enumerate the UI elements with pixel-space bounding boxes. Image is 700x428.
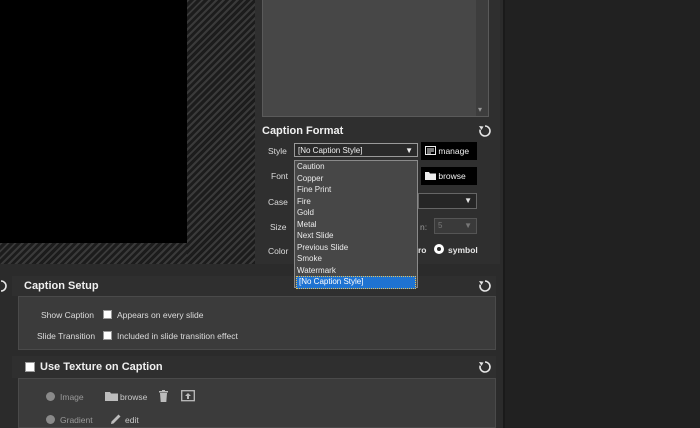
style-option[interactable]: Fire: [295, 196, 417, 208]
slide-transition-label: Slide Transition: [37, 331, 96, 341]
size-value-label: n:: [420, 222, 428, 232]
manage-icon: [425, 146, 436, 155]
symbol-radio-dot: [437, 247, 441, 251]
style-label: Style: [268, 146, 287, 156]
style-select[interactable]: [No Caption Style] ▼: [294, 143, 418, 157]
pencil-icon: [111, 414, 121, 424]
style-dropdown-list[interactable]: Caution Copper Fine Print Fire Gold Meta…: [294, 160, 418, 289]
image-radio[interactable]: [46, 392, 55, 401]
manage-button[interactable]: manage: [421, 142, 477, 160]
show-caption-checkbox[interactable]: [103, 310, 112, 319]
chevron-down-icon: ▼: [405, 146, 413, 155]
caption-format-title: Caption Format: [262, 125, 344, 137]
slide-preview: [0, 0, 187, 243]
reset-icon[interactable]: [0, 279, 10, 293]
export-icon[interactable]: [181, 390, 195, 402]
style-option[interactable]: Copper: [295, 173, 417, 185]
gradient-label: Gradient: [60, 415, 93, 425]
style-option[interactable]: Gold: [295, 207, 417, 219]
right-pane: [505, 0, 700, 428]
use-texture-checkbox[interactable]: [25, 362, 35, 372]
partial-option-label: ro: [418, 245, 427, 255]
gradient-edit-label[interactable]: edit: [125, 415, 139, 425]
symbol-option[interactable]: symbol: [434, 244, 478, 256]
style-option[interactable]: Caution: [295, 161, 417, 173]
reset-icon[interactable]: [478, 124, 492, 138]
folder-icon: [105, 392, 118, 401]
style-option[interactable]: Next Slide: [295, 230, 417, 242]
font-label: Font: [271, 171, 289, 181]
style-option-selected[interactable]: [No Caption Style]: [296, 276, 416, 289]
size-label: Size: [270, 222, 287, 232]
symbol-label: symbol: [448, 245, 478, 255]
texture-browse-label[interactable]: browse: [120, 392, 147, 402]
show-caption-check-label: Appears on every slide: [117, 310, 204, 320]
slide-transition-checkbox[interactable]: [103, 331, 112, 340]
show-caption-label: Show Caption: [41, 310, 94, 320]
case-label: Case: [268, 197, 288, 207]
style-select-value: [No Caption Style]: [298, 146, 363, 155]
folder-icon: [425, 172, 436, 180]
image-label: Image: [60, 392, 84, 402]
size-value-select[interactable]: 5 ▼: [434, 218, 477, 234]
scroll-down-icon[interactable]: ▾: [478, 105, 482, 114]
caption-text-area[interactable]: [262, 0, 478, 117]
font-browse-button[interactable]: browse: [421, 167, 477, 185]
style-option[interactable]: Watermark: [295, 265, 417, 277]
preview-hatch-border: [187, 0, 255, 264]
use-texture-title: Use Texture on Caption: [40, 361, 163, 373]
color-label: Color: [268, 246, 289, 256]
case-select[interactable]: ▼: [418, 193, 477, 209]
browse-label: browse: [438, 171, 466, 181]
gradient-radio[interactable]: [46, 415, 55, 424]
style-option[interactable]: Smoke: [295, 253, 417, 265]
trash-icon[interactable]: [158, 390, 169, 402]
style-option[interactable]: Metal: [295, 219, 417, 231]
chevron-down-icon: ▼: [464, 196, 472, 205]
preview-hatch-border-bottom: [0, 243, 187, 264]
slide-transition-check-label: Included in slide transition effect: [117, 331, 238, 341]
reset-icon[interactable]: [478, 279, 492, 293]
style-option[interactable]: Previous Slide: [295, 242, 417, 254]
reset-icon[interactable]: [478, 360, 492, 374]
size-value: 5: [438, 221, 443, 230]
caption-text-scrollbar[interactable]: ▾: [476, 0, 489, 117]
chevron-down-icon: ▼: [464, 221, 472, 230]
manage-label: manage: [438, 146, 470, 156]
caption-setup-title: Caption Setup: [24, 280, 99, 292]
caption-setup-body: [18, 296, 496, 350]
style-option[interactable]: Fine Print: [295, 184, 417, 196]
